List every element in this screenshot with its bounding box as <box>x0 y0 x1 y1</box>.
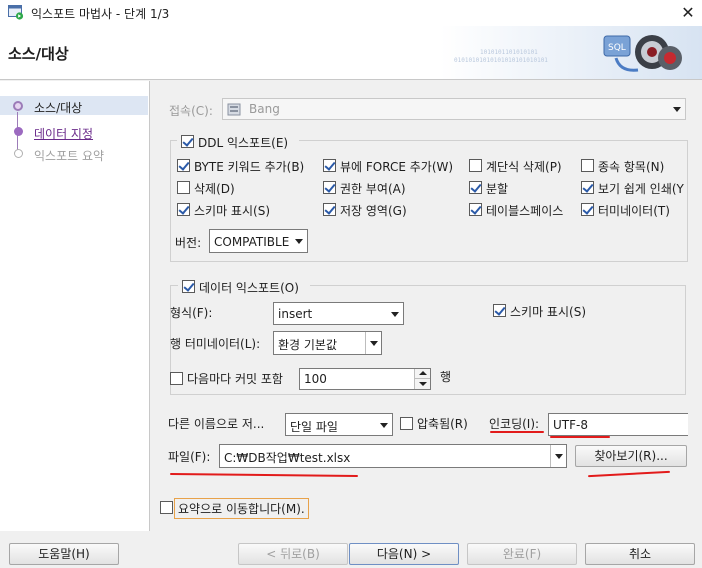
pretty-print-label: 보기 쉽게 인쇄(Y <box>598 182 684 196</box>
commit-label: 다음마다 커밋 포함 <box>187 372 283 386</box>
spin-up-icon[interactable] <box>414 369 430 379</box>
save-as-value: 단일 파일 <box>290 420 338 434</box>
format-select[interactable]: insert <box>273 302 404 325</box>
data-export-label: 데이터 익스포트(O) <box>199 281 299 295</box>
chevron-down-icon <box>365 332 381 354</box>
partition-checkbox[interactable] <box>469 181 482 194</box>
ddl-export-label: DDL 익스포트(E) <box>198 136 289 150</box>
step-export-summary: 익스포트 요약 <box>34 149 105 163</box>
commit-stepper[interactable]: 100 <box>299 368 431 390</box>
wizard-header: 소스/대상 01010101010101010101010101 1010101… <box>0 26 702 80</box>
file-path-input[interactable]: C:₩DB작업₩test.xlsx <box>219 444 567 468</box>
help-button[interactable]: 도움말(H) <box>9 543 119 565</box>
title-bar: 익스포트 마법사 - 단계 1/3 ✕ <box>0 0 702 26</box>
dependents-checkbox[interactable] <box>581 159 594 172</box>
version-select[interactable]: COMPATIBLE <box>209 229 308 253</box>
next-button[interactable]: 다음(N) > <box>349 543 459 565</box>
show-schema-label: 스키마 표시(S) <box>194 204 270 218</box>
page-title: 소스/대상 <box>8 45 69 63</box>
save-as-select[interactable]: 단일 파일 <box>285 413 393 436</box>
close-button[interactable]: ✕ <box>676 2 700 24</box>
ddl-legend: DDL 익스포트(E) <box>177 133 299 150</box>
chevron-down-icon <box>669 99 685 119</box>
chevron-down-icon <box>387 303 403 324</box>
save-as-label: 다른 이름으로 저... <box>168 417 265 431</box>
byte-keyword-checkbox[interactable] <box>177 159 190 172</box>
format-value: insert <box>278 307 313 321</box>
step-data-spec[interactable]: 데이터 지정 <box>34 125 93 142</box>
terminator-label: 터미네이터(T) <box>598 204 670 218</box>
encoding-select[interactable]: UTF-8 <box>548 413 688 436</box>
data-show-schema-checkbox[interactable] <box>493 304 506 317</box>
cascade-delete-label: 계단식 삭제(P) <box>486 160 562 174</box>
terminator-checkbox[interactable] <box>581 203 594 216</box>
commit-value: 100 <box>304 372 327 386</box>
connection-value: Bang <box>249 102 280 116</box>
svg-text:SQL: SQL <box>608 43 626 53</box>
version-value: COMPATIBLE <box>214 235 290 249</box>
storage-checkbox[interactable] <box>323 203 336 216</box>
row-terminator-label: 행 터미네이터(L): <box>170 337 261 351</box>
summary-jump-checkbox[interactable] <box>160 501 173 514</box>
svg-text:01010101010101010101010101: 01010101010101010101010101 <box>454 57 548 64</box>
cascade-delete-checkbox[interactable] <box>469 159 482 172</box>
file-label: 파일(F): <box>168 450 211 464</box>
step-source-target[interactable]: 소스/대상 <box>34 99 82 116</box>
encoding-annotation <box>490 431 544 433</box>
file-annotation <box>169 473 359 477</box>
version-label: 버전: <box>175 236 202 250</box>
step-link-icon <box>14 127 23 136</box>
dependents-label: 종속 항목(N) <box>598 160 665 174</box>
ddl-export-checkbox[interactable] <box>181 135 194 148</box>
commit-checkbox[interactable] <box>170 372 183 385</box>
grants-label: 권한 부여(A) <box>340 182 406 196</box>
storage-label: 저장 영역(G) <box>340 204 407 218</box>
data-show-schema-label: 스키마 표시(S) <box>510 305 586 319</box>
window-title: 익스포트 마법사 - 단계 1/3 <box>31 7 170 21</box>
tablespace-checkbox[interactable] <box>469 203 482 216</box>
browse-button[interactable]: 찾아보기(R)... <box>575 445 687 467</box>
grants-checkbox[interactable] <box>323 181 336 194</box>
spin-down-icon[interactable] <box>414 379 430 389</box>
chevron-down-icon <box>291 230 307 252</box>
format-label: 형식(F): <box>170 306 213 320</box>
sql-banner-icon: 01010101010101010101010101 1010101101010… <box>440 26 702 79</box>
row-terminator-select[interactable]: 환경 기본값 <box>273 331 382 355</box>
step-current-icon <box>13 101 23 111</box>
app-icon <box>8 5 24 20</box>
data-export-legend: 데이터 익스포트(O) <box>178 278 310 295</box>
finish-button[interactable]: 완료(F) <box>467 543 577 565</box>
show-schema-checkbox[interactable] <box>177 203 190 216</box>
byte-keyword-label: BYTE 키워드 추가(B) <box>194 160 305 174</box>
encoding-label: 인코딩(I): <box>489 417 540 431</box>
commit-unit: 행 <box>440 370 452 384</box>
browse-annotation <box>588 470 670 478</box>
cancel-button[interactable]: 취소 <box>585 543 695 565</box>
data-export-checkbox[interactable] <box>182 280 195 293</box>
tablespace-label: 테이블스페이스 <box>486 204 564 218</box>
pretty-print-checkbox[interactable] <box>581 181 594 194</box>
back-button[interactable]: < 뒤로(B) <box>238 543 348 565</box>
drop-checkbox[interactable] <box>177 181 190 194</box>
row-terminator-value: 환경 기본값 <box>278 338 338 352</box>
steps-pane: 소스/대상 데이터 지정 익스포트 요약 <box>0 81 150 531</box>
connection-label: 접속(C): <box>169 104 213 118</box>
step-disabled-icon <box>14 149 23 158</box>
encoding-value: UTF-8 <box>553 418 588 432</box>
compressed-checkbox[interactable] <box>400 417 413 430</box>
chevron-down-icon <box>376 414 392 435</box>
compressed-label: 압축됨(R) <box>417 417 468 431</box>
view-force-label: 뷰에 FORCE 추가(W) <box>340 160 454 174</box>
view-force-checkbox[interactable] <box>323 159 336 172</box>
summary-jump-label: 요약으로 이동합니다(M). <box>174 498 309 519</box>
database-icon <box>227 103 241 116</box>
file-path-value: C:₩DB작업₩test.xlsx <box>224 451 351 465</box>
drop-label: 삭제(D) <box>194 182 235 196</box>
svg-text:1010101101010101: 1010101101010101 <box>480 49 538 56</box>
encoding-value-annotation <box>550 436 610 438</box>
partition-label: 분할 <box>486 182 509 196</box>
chevron-down-icon <box>550 445 566 467</box>
connection-select[interactable]: Bang <box>222 98 686 120</box>
